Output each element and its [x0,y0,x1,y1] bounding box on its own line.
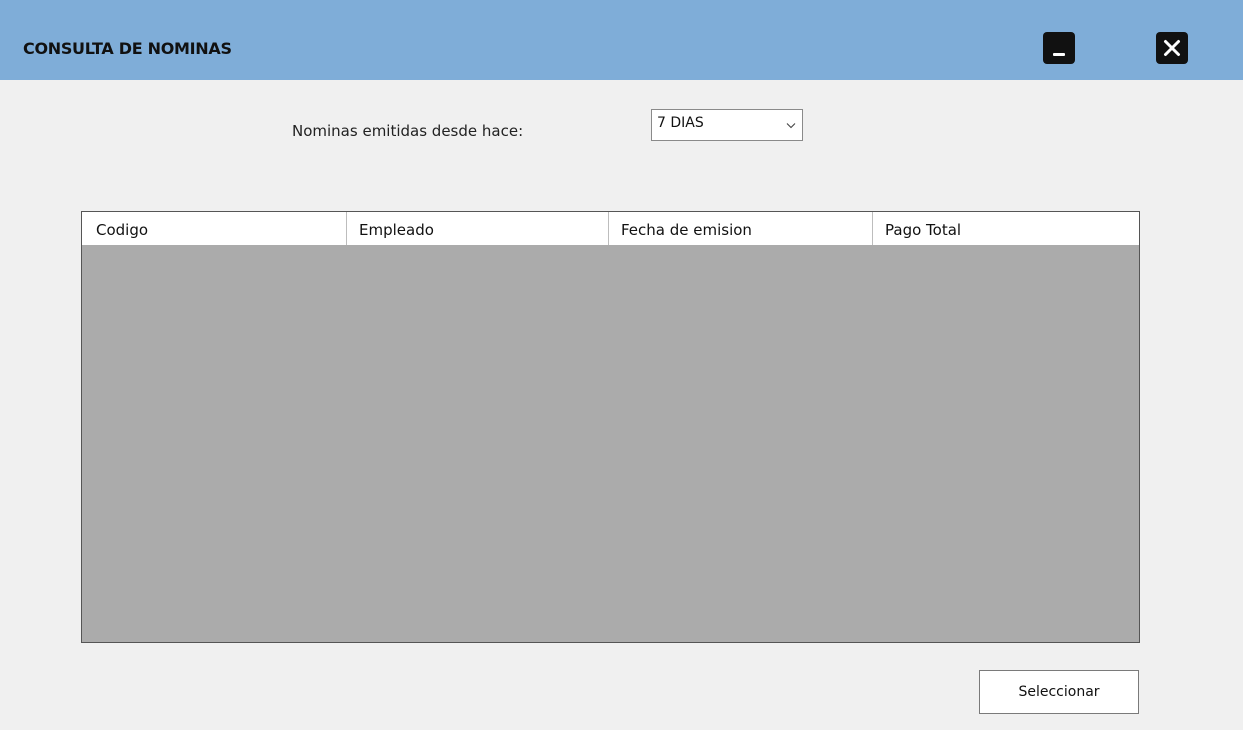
payroll-table[interactable]: Codigo Empleado Fecha de emision Pago To… [81,211,1140,643]
period-selected-value: 7 DIAS [657,115,704,131]
column-header-empleado[interactable]: Empleado [347,212,609,245]
title-bar: CONSULTA DE NOMINAS [0,0,1243,80]
select-button[interactable]: Seleccionar [979,670,1139,714]
filter-label: Nominas emitidas desde hace: [292,122,524,140]
period-dropdown[interactable]: 7 DIAS [651,109,803,141]
chevron-down-icon [786,123,796,129]
close-icon [1164,40,1180,56]
minimize-icon [1053,53,1065,56]
window-title: CONSULTA DE NOMINAS [23,39,232,58]
table-header: Codigo Empleado Fecha de emision Pago To… [82,212,1139,245]
close-button[interactable] [1156,32,1188,64]
minimize-button[interactable] [1043,32,1075,64]
column-header-fecha-emision[interactable]: Fecha de emision [609,212,873,245]
column-header-pago-total[interactable]: Pago Total [873,212,1139,245]
column-header-codigo[interactable]: Codigo [82,212,347,245]
